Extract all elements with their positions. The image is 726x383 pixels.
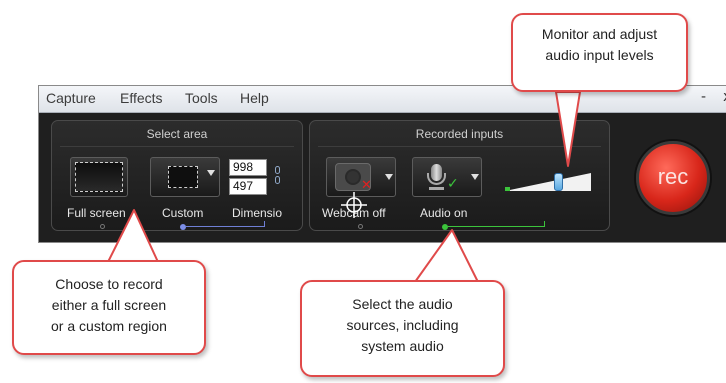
full-screen-label: Full screen [67, 206, 126, 220]
panel-divider [318, 146, 601, 147]
audio-line-end [544, 221, 545, 227]
webcam-indicator [358, 224, 363, 229]
callout-line: Select the audio [352, 296, 453, 312]
level-meter [505, 187, 510, 191]
checkmark-icon: ✓ [447, 176, 459, 192]
callout-line: sources, including [346, 317, 459, 333]
volume-ramp [505, 173, 591, 191]
audio-sources-callout: Select the audio sources, including syst… [300, 280, 505, 377]
audio-indicator [442, 224, 448, 230]
audio-button[interactable]: ✓ [412, 157, 482, 197]
selection-line [186, 226, 264, 227]
chevron-down-icon[interactable] [385, 174, 393, 180]
select-area-title: Select area [146, 127, 208, 141]
link-icon [275, 176, 280, 184]
height-field[interactable]: 497 [229, 178, 267, 195]
record-button[interactable]: rec [636, 141, 710, 215]
audio-levels-callout: Monitor and adjust audio input levels [511, 13, 688, 92]
custom-label: Custom [162, 206, 204, 220]
area-callout: Choose to record either a full screen or… [12, 260, 206, 355]
menu-tools[interactable]: Tools [185, 90, 218, 106]
custom-area-button[interactable] [150, 157, 220, 197]
custom-region-icon [168, 166, 198, 188]
menu-capture[interactable]: Capture [46, 90, 96, 106]
recorder-window: Capture Effects Tools Help - x Select ar… [38, 85, 726, 243]
slider-thumb[interactable] [554, 173, 563, 191]
callout-line: audio input levels [545, 47, 654, 63]
chevron-down-icon[interactable] [471, 174, 479, 180]
recorded-inputs-title: Recorded inputs [415, 127, 504, 141]
audio-label: Audio on [420, 206, 468, 220]
callout-line: or a custom region [51, 318, 167, 334]
menu-effects[interactable]: Effects [120, 90, 163, 106]
callout-line: either a full screen [51, 297, 167, 313]
width-field[interactable]: 998 [229, 159, 267, 176]
callout-line: Monitor and adjust [541, 26, 658, 42]
dimensions-label: Dimensio [232, 206, 283, 220]
chevron-down-icon[interactable] [207, 170, 215, 176]
crosshair-cursor-icon [341, 192, 367, 218]
menu-help[interactable]: Help [240, 90, 269, 106]
panel-divider [60, 146, 294, 147]
select-area-panel: Select area Full screen Custom 998 497 D… [51, 120, 303, 231]
audio-level-slider[interactable] [505, 165, 591, 197]
callout-line: Choose to record [55, 276, 163, 292]
full-screen-indicator [100, 224, 105, 229]
custom-indicator [180, 224, 186, 230]
minimize-button[interactable]: - [701, 89, 706, 105]
full-screen-button[interactable] [70, 157, 128, 197]
lock-aspect-icon[interactable] [275, 166, 280, 174]
full-screen-icon [75, 162, 123, 192]
selection-line-end [264, 221, 265, 227]
audio-line [448, 226, 544, 227]
callout-line: system audio [361, 338, 444, 354]
